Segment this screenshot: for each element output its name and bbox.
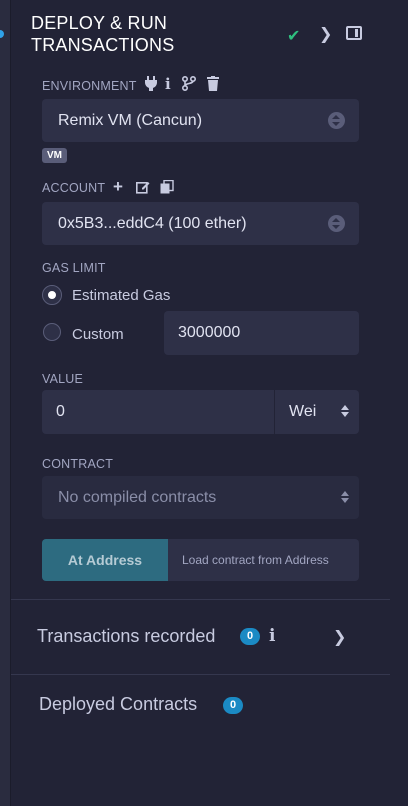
value-unit-selected: Wei [289,403,317,420]
account-selected-value: 0x5B3...eddC4 (100 ether) [58,215,247,232]
edit-icon[interactable] [136,180,150,197]
section-divider [11,674,390,675]
transactions-count-badge: 0 [240,628,260,645]
info-icon[interactable]: i [165,75,171,93]
custom-gas-label: Custom [72,326,124,343]
custom-gas-input[interactable]: 3000000 [164,311,359,355]
estimated-gas-label: Estimated Gas [72,287,171,304]
select-arrows-icon [328,112,345,129]
chevron-right-icon[interactable]: ❯ [333,627,346,647]
sidebar-divider [10,0,11,806]
plus-icon[interactable]: + [113,177,123,197]
transactions-recorded-title[interactable]: Transactions recorded [37,626,215,647]
trash-icon[interactable] [207,76,219,94]
environment-select[interactable]: Remix VM (Cancun) [42,99,359,142]
select-arrows-icon [341,490,349,504]
address-input[interactable]: Load contract from Address [168,539,359,581]
panel-toggle-icon[interactable] [346,26,362,40]
contract-select[interactable]: No compiled contracts [42,476,359,519]
contract-label: CONTRACT [42,457,114,471]
contract-placeholder: No compiled contracts [58,489,217,506]
copy-icon[interactable] [160,179,174,197]
estimated-gas-radio[interactable] [42,285,62,305]
gas-limit-label: GAS LIMIT [42,261,106,275]
panel-title-line1: DEPLOY & RUN [31,13,168,33]
panel-header: DEPLOY & RUN TRANSACTIONS ✔ ❯ [31,12,371,60]
icon-sidebar [0,0,10,806]
panel-title-line2: TRANSACTIONS [31,35,175,55]
vm-badge: VM [42,148,67,163]
select-arrows-icon [328,215,345,232]
deployed-contracts-title[interactable]: Deployed Contracts [39,694,197,715]
environment-label: ENVIRONMENT [42,79,137,93]
value-label: VALUE [42,372,84,386]
deployed-count-badge: 0 [223,697,243,714]
active-plugin-indicator [0,30,4,38]
fork-icon[interactable] [181,75,197,94]
select-arrows-icon [341,404,349,418]
account-label: ACCOUNT [42,181,106,195]
section-divider [11,599,390,600]
environment-selected-value: Remix VM (Cancun) [58,112,203,129]
info-icon[interactable]: i [269,626,275,646]
account-select[interactable]: 0x5B3...eddC4 (100 ether) [42,202,359,245]
custom-gas-radio[interactable] [43,323,61,341]
plug-icon[interactable] [145,76,157,94]
chevron-right-icon[interactable]: ❯ [319,24,332,44]
check-icon: ✔ [287,28,301,45]
value-unit-select[interactable]: Wei [274,390,359,434]
panel-title: DEPLOY & RUN TRANSACTIONS [31,12,174,56]
at-address-button[interactable]: At Address [42,539,168,581]
value-input[interactable]: 0 [42,390,274,434]
